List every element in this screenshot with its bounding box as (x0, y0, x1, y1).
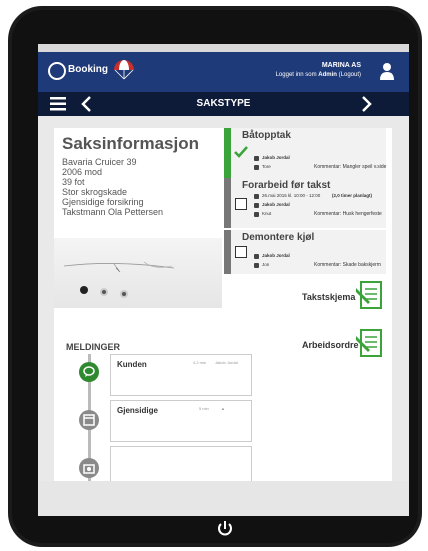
user-icon[interactable] (379, 62, 395, 80)
task-card[interactable]: Båtopptak Jakob Jordal Tore Kommentar: M… (224, 128, 386, 180)
parachute-logo-icon (114, 60, 134, 80)
task-person: Jakob Jordal (262, 202, 290, 207)
info-line: 39 fot (62, 177, 85, 187)
case-card: Saksinformasjon Bavaria Cruicer 39 2006 … (54, 128, 392, 516)
power-icon[interactable] (216, 520, 234, 538)
task-card[interactable]: Forarbeid før takst 26.mai 2015 kl. 10:0… (224, 178, 386, 228)
chevron-right-icon[interactable] (361, 96, 373, 112)
camera-icon (79, 458, 99, 478)
tool-icon (254, 165, 259, 170)
app-header: Booking MARINA AS Logget inn som Admin (… (38, 52, 409, 92)
photo-drawing (63, 261, 175, 298)
task-status-bar (224, 128, 231, 180)
task-person: Jakob Jordal (262, 253, 290, 258)
message-age: 4.2 min (193, 360, 207, 365)
tool-icon (254, 212, 259, 217)
page-title: SAKSTYPE (196, 98, 251, 109)
navbar: SAKSTYPE (38, 92, 409, 116)
takstskjema-label[interactable]: Takstskjema (302, 292, 355, 302)
info-line: Takstmann Ola Pettersen (62, 207, 164, 217)
task-checkbox[interactable] (235, 246, 247, 258)
task-person: Jakob Jordal (262, 155, 290, 160)
person-icon (254, 156, 259, 161)
boat-damage-photo[interactable] (54, 238, 222, 308)
status-strip (38, 44, 409, 52)
camera-glyph (83, 464, 95, 474)
checkmark-icon[interactable] (234, 146, 248, 158)
task-date: 26.mai 2015 kl. 10:00 - 12:00 (262, 193, 321, 198)
messages-title: MELDINGER (66, 342, 120, 352)
task-comment: Kommentar: Husk hengerfeste (314, 211, 382, 217)
login-info: Logget inn som Admin (Logout) (276, 72, 361, 78)
task-worker: Tore (262, 164, 271, 169)
info-line: Gjensidige forsikring (62, 197, 144, 207)
message-age: 5 min (199, 406, 209, 411)
task-card[interactable]: Demontere kjøl Jakob Jordal Jon Kommenta… (224, 230, 386, 274)
calendar-icon (79, 410, 99, 430)
info-line: Bavaria Cruicer 39 (62, 157, 137, 167)
logged-in-prefix: Logget inn som (275, 72, 317, 78)
logged-in-user: Admin (318, 72, 337, 78)
task-comment: Kommentar: Skade bakskjerm (314, 262, 381, 268)
message-card[interactable]: Kunden 4.2 min Jakob Jordal (110, 354, 252, 396)
content-gap (38, 116, 409, 126)
message-card[interactable]: Gjensidige 5 min ▲ (110, 400, 252, 442)
booking-logo-icon[interactable] (48, 62, 66, 80)
app-screen: Booking MARINA AS Logget inn som Admin (… (38, 44, 409, 516)
calendar-icon (254, 194, 259, 199)
tool-icon (254, 263, 259, 268)
section-title: Saksinformasjon (62, 134, 199, 153)
arbeidsordre-doc-icon[interactable] (356, 328, 384, 358)
chat-glyph (83, 366, 95, 377)
task-title: Forarbeid før takst (242, 180, 331, 191)
person-icon (254, 254, 259, 259)
info-line: Stor skrogskade (62, 187, 128, 197)
bottom-bar (38, 481, 409, 516)
task-comment: Kommentar: Mangler speil v.side (314, 164, 387, 170)
takstskjema-doc-icon[interactable] (356, 280, 384, 310)
person-icon: ▲ (221, 406, 225, 411)
task-status-bar (224, 178, 231, 228)
message-title: Gjensidige (117, 406, 158, 415)
info-line: 2006 mod (62, 167, 103, 177)
task-title: Demontere kjøl (242, 232, 315, 243)
company-name: MARINA AS (321, 62, 361, 69)
calendar-glyph (83, 414, 95, 426)
task-status-bar (224, 230, 231, 274)
arbeidsordre-label[interactable]: Arbeidsordre (302, 340, 359, 350)
logout-link[interactable]: (Logout) (339, 72, 361, 78)
message-author: Jakob Jordal (215, 360, 238, 365)
task-worker: Knut (262, 211, 272, 216)
task-title: Båtopptak (242, 130, 291, 141)
message-title: Kunden (117, 360, 147, 369)
logo-text[interactable]: Booking (68, 64, 108, 75)
chat-icon (79, 362, 99, 382)
person-icon (254, 203, 259, 208)
task-checkbox[interactable] (235, 198, 247, 210)
task-worker: Jon (262, 262, 270, 267)
task-duration: (2,0 timer planlagt) (332, 193, 373, 198)
